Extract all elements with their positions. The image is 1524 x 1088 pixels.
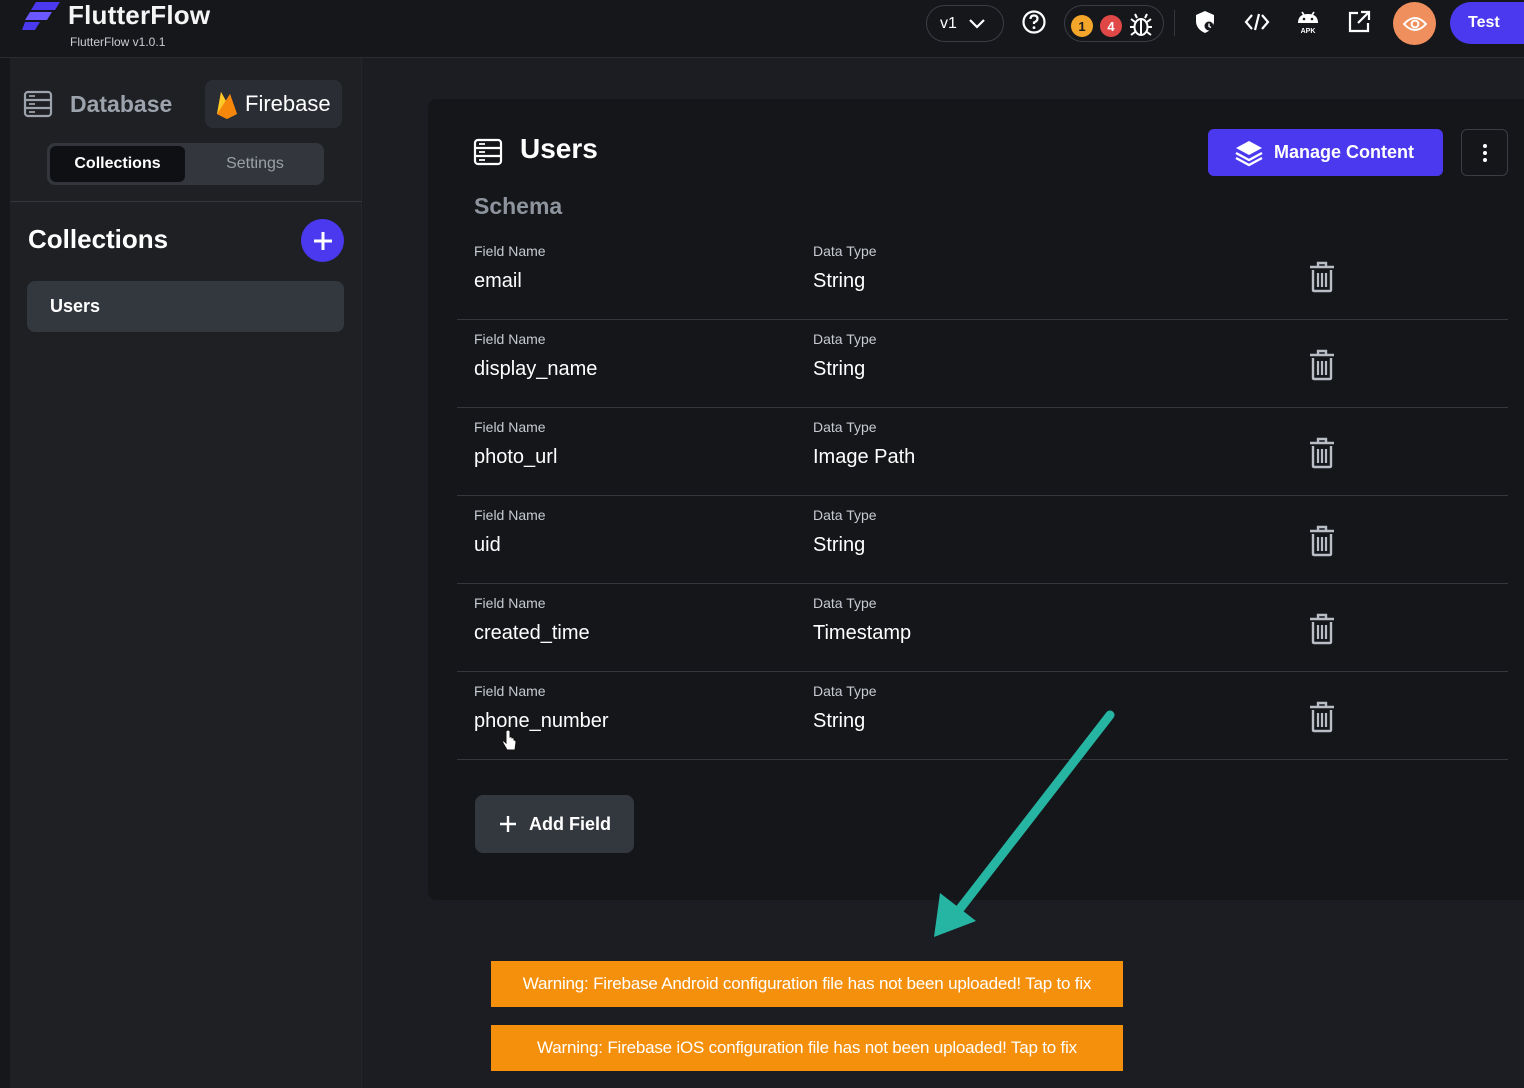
data-type-value: String xyxy=(813,358,866,380)
schema-field-row[interactable]: Field Name email Data Type String xyxy=(457,232,1508,320)
version-value: v1 xyxy=(940,14,957,32)
add-collection-button[interactable] xyxy=(301,219,344,262)
data-type-label: Data Type xyxy=(813,507,877,523)
delete-field-icon[interactable] xyxy=(1308,525,1336,557)
ios-config-warning[interactable]: Warning: Firebase iOS configuration file… xyxy=(491,1025,1123,1071)
plus-icon xyxy=(313,231,332,250)
table-icon xyxy=(473,138,503,166)
data-type-label: Data Type xyxy=(813,331,877,347)
data-type-value: Image Path xyxy=(813,446,916,468)
field-name-label: Field Name xyxy=(474,683,546,699)
top-bar: FlutterFlow FlutterFlow v1.0.1 v1 1 4 AP… xyxy=(0,0,1524,58)
data-type-value: String xyxy=(813,534,866,556)
collection-item-users[interactable]: Users xyxy=(27,281,344,332)
data-type-label: Data Type xyxy=(813,595,877,611)
delete-field-icon[interactable] xyxy=(1308,437,1336,469)
errors-count-badge: 4 xyxy=(1100,15,1122,37)
test-label: Test xyxy=(1468,14,1500,31)
manage-content-label: Manage Content xyxy=(1274,142,1415,162)
android-config-warning[interactable]: Warning: Firebase Android configuration … xyxy=(491,961,1123,1007)
data-type-value: String xyxy=(813,270,866,292)
delete-field-icon[interactable] xyxy=(1308,261,1336,293)
delete-field-icon[interactable] xyxy=(1308,349,1336,381)
field-name-value: uid xyxy=(474,534,501,556)
help-icon[interactable] xyxy=(1020,8,1048,36)
apk-icon[interactable]: APK xyxy=(1294,8,1322,36)
firebase-label: Firebase xyxy=(245,91,331,116)
field-name-value: created_time xyxy=(474,622,590,644)
field-name-label: Field Name xyxy=(474,507,546,523)
shield-icon[interactable] xyxy=(1191,8,1219,36)
pointer-cursor-icon xyxy=(502,730,517,751)
field-name-label: Field Name xyxy=(474,595,546,611)
field-name-value: photo_url xyxy=(474,446,558,468)
field-name-label: Field Name xyxy=(474,331,546,347)
sidebar-divider xyxy=(10,201,362,202)
field-name-label: Field Name xyxy=(474,243,546,259)
collection-title: Users xyxy=(520,133,598,164)
delete-field-icon[interactable] xyxy=(1308,701,1336,733)
collections-heading: Collections xyxy=(28,224,169,254)
plus-icon xyxy=(500,816,516,832)
data-type-label: Data Type xyxy=(813,243,877,259)
tab-collections[interactable]: Collections xyxy=(50,146,185,182)
tab-settings[interactable]: Settings xyxy=(189,146,321,182)
open-external-icon[interactable] xyxy=(1345,8,1373,36)
database-title: Database xyxy=(70,91,173,117)
code-icon[interactable] xyxy=(1243,8,1271,36)
warnings-count-badge: 1 xyxy=(1071,15,1093,37)
field-name-label: Field Name xyxy=(474,419,546,435)
layers-icon xyxy=(1235,140,1263,166)
delete-field-icon[interactable] xyxy=(1308,613,1336,645)
manage-content-button[interactable]: Manage Content xyxy=(1208,129,1443,176)
data-type-value: String xyxy=(813,710,866,732)
preview-button[interactable] xyxy=(1393,2,1436,45)
schema-field-row[interactable]: Field Name photo_url Data Type Image Path xyxy=(457,408,1508,496)
schema-field-row[interactable]: Field Name display_name Data Type String xyxy=(457,320,1508,408)
more-options-button[interactable] xyxy=(1461,129,1508,176)
data-type-label: Data Type xyxy=(813,683,877,699)
bug-icon xyxy=(1130,13,1152,36)
svg-text:APK: APK xyxy=(1301,28,1316,35)
issues-pill[interactable]: 1 4 xyxy=(1064,5,1164,42)
chevron-down-icon xyxy=(969,18,985,29)
schema-field-row[interactable]: Field Name created_time Data Type Timestamp xyxy=(457,584,1508,672)
field-name-value: phone_number xyxy=(474,710,609,732)
schema-field-row[interactable]: Field Name uid Data Type String xyxy=(457,496,1508,584)
toolbar-divider xyxy=(1174,10,1175,36)
annotation-arrow-icon xyxy=(934,710,1115,937)
eye-icon xyxy=(1402,16,1427,31)
database-icon xyxy=(23,90,53,118)
flutterflow-logo-icon xyxy=(22,2,60,30)
field-name-value: display_name xyxy=(474,358,598,380)
app-version: FlutterFlow v1.0.1 xyxy=(70,35,166,49)
version-select[interactable]: v1 xyxy=(926,5,1004,42)
data-type-label: Data Type xyxy=(813,419,877,435)
add-field-button[interactable]: Add Field xyxy=(475,795,634,853)
more-vertical-icon xyxy=(1482,143,1487,162)
firebase-icon xyxy=(217,92,237,119)
app-title: FlutterFlow xyxy=(68,0,211,30)
firebase-provider-chip[interactable]: Firebase xyxy=(205,80,342,128)
database-sidebar: Database Firebase Collections Settings C… xyxy=(10,58,362,1088)
test-button[interactable]: Test xyxy=(1450,2,1524,44)
add-field-label: Add Field xyxy=(529,813,611,834)
left-rail xyxy=(0,58,10,1088)
field-name-value: email xyxy=(474,270,522,292)
data-type-value: Timestamp xyxy=(813,622,912,644)
schema-heading: Schema xyxy=(474,193,563,219)
database-tabs: Collections Settings xyxy=(47,143,324,185)
